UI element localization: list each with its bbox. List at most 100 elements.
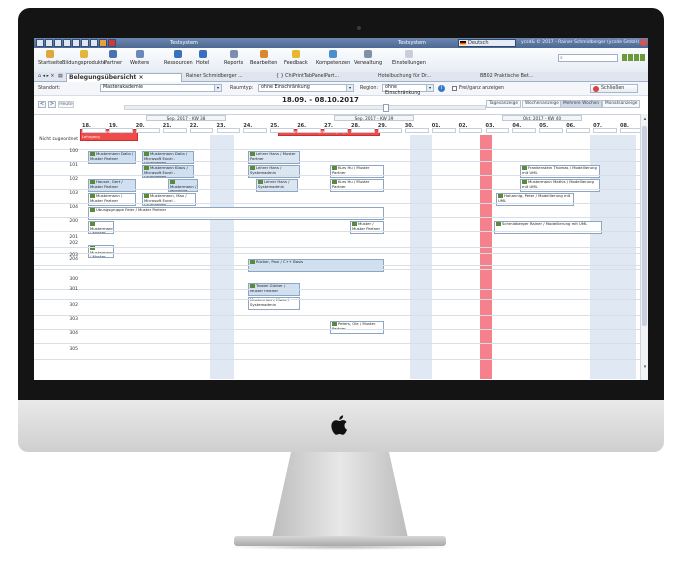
calendar-icon[interactable]	[81, 39, 89, 47]
group-icon	[250, 260, 255, 264]
booking-block[interactable]: Kurs Hu / Muster Partner	[330, 165, 384, 178]
print-icon[interactable]	[54, 39, 62, 47]
room-label: 100	[69, 149, 78, 154]
tool-icon[interactable]	[622, 54, 627, 61]
tool-icon[interactable]	[640, 54, 645, 61]
tab-belegungsuebersicht[interactable]: Belegungsübersicht ×	[66, 73, 182, 82]
booking-text: Hohannig, Peter / Modellierung mit UML	[498, 193, 571, 203]
ribbon-button-bildungsprodukte[interactable]: Bildungsprodukte	[62, 50, 106, 66]
day-cell-header	[458, 128, 483, 133]
raumtyp-value: ohne Einschränkung	[261, 85, 310, 90]
row-divider	[34, 231, 640, 232]
system-name-left: Testsystem	[170, 40, 198, 46]
alert-icon[interactable]	[108, 39, 116, 47]
ribbon-label: Einstellungen	[392, 60, 426, 66]
booking-block[interactable]: Kurs Hu / Muster Partner	[330, 179, 384, 192]
grid-icon[interactable]	[90, 39, 98, 47]
warning-icon[interactable]	[99, 39, 107, 47]
ribbon-button-bearbeiten[interactable]: Bearbeiten	[250, 50, 277, 66]
booking-block[interactable]: Mustermann / Muster Partner	[88, 193, 136, 206]
tab-bb02[interactable]: BB02 Praktische Bet...	[478, 73, 572, 81]
ribbon-button-feedback[interactable]: Feedback	[284, 50, 308, 66]
tab-nav-arrows[interactable]: ⌂ ◂ ▸ ×	[36, 73, 56, 81]
language-value: Deutsch	[468, 40, 489, 46]
region-select[interactable]: ohne Einschränkung ▾	[382, 84, 434, 96]
slider-thumb[interactable]	[383, 104, 389, 112]
export-icon[interactable]	[72, 39, 80, 47]
booking-block[interactable]: Mustermann / Microsoft Excel	[168, 179, 198, 192]
scroll-thumb[interactable]	[642, 126, 647, 326]
row-divider	[34, 149, 640, 150]
standort-select[interactable]: Masterakademie ▾	[100, 84, 222, 92]
week-label: Sep. 2017 - KW 39	[334, 115, 414, 121]
ribbon-button-partner[interactable]: Partner	[104, 50, 122, 66]
tab-chi-print[interactable]: { } ChiPrintTabPanelPart...	[274, 73, 376, 81]
scroll-up-icon[interactable]: ▴	[642, 116, 648, 122]
ribbon-button-reports[interactable]: Reports	[224, 50, 243, 66]
booking-block[interactable]: Hohannig, Peter / Modellierung mit UML	[496, 193, 574, 206]
ribbon-button-kompetenzen[interactable]: Kompetenzen	[316, 50, 350, 66]
tab-list-icon[interactable]: ▤	[56, 73, 66, 81]
ribbon-weitere-icon	[135, 50, 144, 58]
booking-text: Trostel Günter / Muster Partner	[250, 283, 286, 293]
language-select[interactable]: Deutsch	[458, 39, 516, 47]
ribbon-button-verwaltung[interactable]: Verwaltung	[354, 50, 382, 66]
booking-block[interactable]: Peters, Ole / Muster Partner	[330, 321, 384, 334]
booking-block[interactable]: Schmidberger Rainer / Modellierung mit U…	[494, 221, 602, 234]
tool-icon[interactable]	[634, 54, 639, 61]
close-window-icon[interactable]	[640, 39, 647, 46]
room-label: 200	[69, 219, 78, 224]
vertical-scrollbar[interactable]: ▴ ▾	[640, 114, 648, 380]
navigation-toolbar: < > Heute 18.09. - 08.10.2017 Tagesanzei…	[34, 96, 648, 112]
week-label: Sep. 2017 - KW 38	[146, 115, 226, 121]
save-icon[interactable]	[45, 39, 53, 47]
date-range: 18.09. - 08.10.2017	[282, 96, 359, 104]
raumtyp-select[interactable]: ohne Einschränkung ▾	[258, 84, 354, 92]
booking-block[interactable]: Ubungsgruppe Feier / Muster Partner	[88, 207, 384, 220]
today-button[interactable]: Heute	[58, 101, 74, 108]
ribbon-button-einstellungen[interactable]: Einstellungen	[392, 50, 426, 66]
tab-hotelbuchung[interactable]: Hotelbuchung für Dr...	[376, 73, 476, 81]
booking-block[interactable]: Mustermann Dalia / Muster Partner	[88, 151, 136, 164]
table-icon[interactable]	[63, 39, 71, 47]
day-cell-header	[539, 128, 564, 133]
info-icon[interactable]: i	[438, 85, 445, 92]
standort-value: Masterakademie	[103, 85, 143, 90]
ribbon-button-ressourcen[interactable]: Ressourcen	[164, 50, 193, 66]
ribbon-button-startseite[interactable]: Startseite	[38, 50, 62, 66]
ribbon-button-hotel[interactable]: Hotel	[196, 50, 209, 66]
booking-block[interactable]: Mustermann Klaus / Microsoft Excel - Gru…	[142, 165, 194, 178]
booking-block[interactable]: Mustermann Dalia / Microsoft Excel - Gru…	[142, 151, 194, 164]
room-label: 305	[69, 347, 78, 352]
booking-block[interactable]: Mustermann / Muster Partner	[88, 221, 114, 234]
booking-block[interactable]: Lehrer Hans / Systemadmin	[256, 179, 298, 192]
row-divider	[34, 253, 640, 254]
view-monatsanzeige[interactable]: Monatsanzeige	[602, 100, 641, 108]
view-mehrere-wochen[interactable]: Mehrere Wochen	[560, 100, 603, 108]
ribbon-button-weitere[interactable]: Weitere	[130, 50, 149, 66]
ribbon-bildungsprodukte-icon	[79, 50, 88, 58]
booking-block[interactable]: Mustermann Mathis / Modellierung mit UML	[520, 179, 600, 192]
view-tagesanzeige[interactable]: Tagesanzeige	[486, 100, 521, 108]
search-input[interactable]: ⌕	[558, 54, 618, 62]
ribbon-verwaltung-icon	[364, 50, 373, 58]
day-cell-header	[404, 128, 429, 133]
view-wochenanzeige[interactable]: Wochenanzeige	[522, 100, 562, 108]
app-icon[interactable]	[36, 39, 44, 47]
booking-text: Mustermann Klaus / Microsoft Excel - Gru…	[144, 165, 188, 178]
tool-icon[interactable]	[628, 54, 633, 61]
date-slider[interactable]	[124, 104, 486, 112]
close-button[interactable]: Schließen	[590, 84, 638, 93]
booking-block[interactable]: Lehrer Hans / Muster Partner	[248, 151, 300, 164]
booking-block[interactable]: Lehrer Hans / Systemadmin	[248, 165, 300, 178]
scroll-down-icon[interactable]: ▾	[642, 364, 648, 370]
booking-block[interactable]: Muster / Muster Partner	[350, 221, 384, 234]
booking-block[interactable]: Frankenstein Thomas / Modellierung mit U…	[520, 165, 600, 178]
ribbon-reports-icon	[229, 50, 238, 58]
tab-rainer-schmidberger[interactable]: Rainer Schmidberger ...	[184, 73, 274, 81]
next-button[interactable]: >	[48, 101, 56, 108]
prev-button[interactable]: <	[38, 101, 46, 108]
booking-block[interactable]: Mustermann, Max / Microsoft Excel - Grun…	[142, 193, 196, 206]
booking-block[interactable]: Hauser, Gert / Muster Partner	[88, 179, 136, 192]
frei-checkbox[interactable]	[452, 86, 457, 91]
